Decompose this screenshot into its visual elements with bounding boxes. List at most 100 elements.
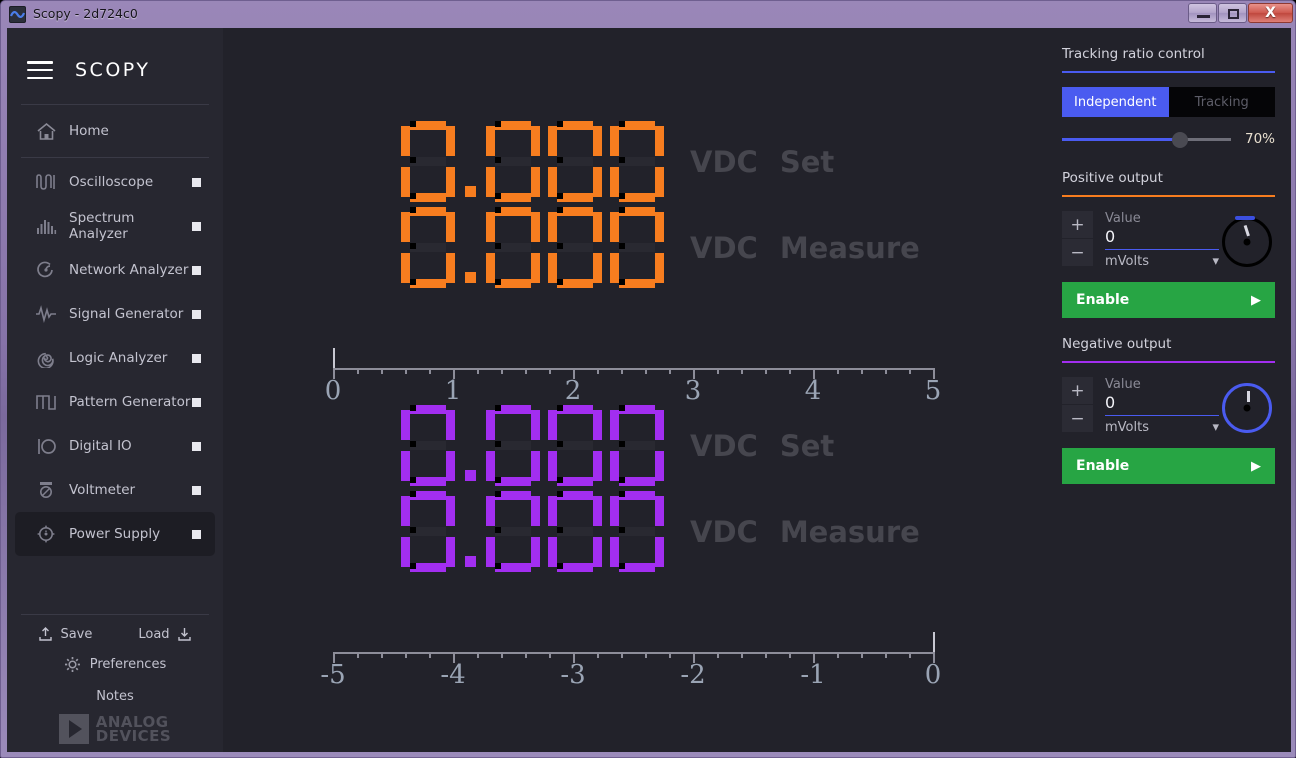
minimize-button[interactable] xyxy=(1188,3,1217,23)
close-icon: X xyxy=(1265,5,1276,21)
mode-tracking-button[interactable]: Tracking xyxy=(1168,87,1275,117)
unit-label: VDC xyxy=(690,145,758,179)
ruler-minor-tick xyxy=(405,368,407,374)
sidebar-item-voltmeter[interactable]: Voltmeter xyxy=(15,468,215,512)
state-label: Measure xyxy=(779,231,920,265)
sidebar-item-indicator[interactable] xyxy=(192,265,201,275)
ruler-minor-tick xyxy=(765,652,767,658)
negative-set-tag: VDC Set xyxy=(690,429,834,463)
preferences-label: Preferences xyxy=(89,657,167,672)
negative-enable-button[interactable]: Enable ▶ xyxy=(1062,448,1275,484)
hamburger-menu-icon[interactable] xyxy=(27,61,53,79)
lcd-digit xyxy=(610,121,664,203)
sidebar-item-indicator[interactable] xyxy=(192,309,201,319)
application-window: Scopy - 2d724c0 X SCOPY Home Oscilloscop… xyxy=(0,0,1296,758)
ruler-label: 4 xyxy=(804,376,822,406)
ruler-minor-tick xyxy=(861,652,863,658)
ratio-value-label: 70% xyxy=(1244,131,1275,147)
positive-decrement-button[interactable]: − xyxy=(1062,239,1093,267)
tracking-rule xyxy=(1062,71,1275,73)
lcd-digit xyxy=(610,491,664,573)
sidebar-item-network-analyzer[interactable]: Network Analyzer xyxy=(15,248,215,292)
sidebar-item-indicator[interactable] xyxy=(192,529,201,539)
ruler-minor-tick xyxy=(717,368,719,374)
lcd-decimal-point xyxy=(465,186,476,197)
positive-knob-wrap xyxy=(1219,211,1275,267)
slider-handle[interactable] xyxy=(1172,132,1189,148)
ruler-label: 2 xyxy=(564,376,582,406)
negative-knob[interactable] xyxy=(1222,383,1272,433)
ruler-minor-tick xyxy=(789,652,791,658)
ruler-minor-tick xyxy=(357,368,359,374)
main-panel: VDC Set VDC Measure 012345 VDC Set VDC M… xyxy=(223,28,1044,752)
ruler-minor-tick xyxy=(381,368,383,374)
sidebar-item-indicator[interactable] xyxy=(192,397,201,407)
ruler-axis xyxy=(333,652,933,654)
lcd-digit xyxy=(610,405,664,487)
ruler-minor-tick xyxy=(669,652,671,658)
positive-increment-button[interactable]: + xyxy=(1062,211,1093,239)
negative-value-field: Value 0 mVolts ▾ xyxy=(1093,377,1219,435)
negative-decrement-button[interactable]: − xyxy=(1062,405,1093,433)
sidebar-item-home[interactable]: Home xyxy=(15,109,215,153)
negative-value-input[interactable]: 0 xyxy=(1105,392,1219,416)
positive-enable-button[interactable]: Enable ▶ xyxy=(1062,282,1275,318)
negative-increment-button[interactable]: + xyxy=(1062,377,1093,405)
gear-icon xyxy=(64,657,80,672)
sidebar-item-indicator[interactable] xyxy=(192,177,201,187)
load-label: Load xyxy=(138,627,170,642)
ruler-minor-tick xyxy=(741,652,743,658)
notes-button[interactable]: Notes xyxy=(7,689,223,704)
negative-stepper: + − xyxy=(1062,377,1093,433)
sidebar-item-spectrum-analyzer[interactable]: Spectrum Analyzer xyxy=(15,204,215,248)
sidebar-header: SCOPY xyxy=(7,44,223,96)
preferences-button[interactable]: Preferences xyxy=(7,656,223,673)
load-button[interactable]: Load xyxy=(138,627,191,642)
ruler-minor-tick xyxy=(501,652,503,658)
ruler-label: -1 xyxy=(800,660,826,690)
negative-enable-label: Enable xyxy=(1076,458,1130,474)
ruler-label: 0 xyxy=(924,660,942,690)
lcd-decimal-point xyxy=(465,470,476,481)
sidebar-item-indicator[interactable] xyxy=(192,485,201,495)
sidebar-footer: Save Load Preferences Notes ANALOG DEVIC… xyxy=(7,614,223,744)
knob-center-dot xyxy=(1243,404,1251,412)
divider xyxy=(21,614,209,615)
sidebar-item-oscilloscope[interactable]: Oscilloscope xyxy=(15,160,215,204)
sidebar-item-power-supply[interactable]: Power Supply xyxy=(15,512,215,556)
ruler-minor-tick xyxy=(477,368,479,374)
sidebar-item-indicator[interactable] xyxy=(192,353,201,363)
sidebar-item-pattern-generator[interactable]: Pattern Generator xyxy=(15,380,215,424)
sidebar-item-label: Logic Analyzer xyxy=(69,350,168,366)
ruler-label: -4 xyxy=(440,660,466,690)
positive-measure-tag: VDC Measure xyxy=(690,231,920,265)
close-button[interactable]: X xyxy=(1248,3,1293,23)
negative-unit-select[interactable]: mVolts ▾ xyxy=(1105,416,1219,435)
lcd-digit xyxy=(401,121,455,203)
sidebar-item-indicator[interactable] xyxy=(192,221,201,231)
lcd-digit xyxy=(548,405,602,487)
sidebar-item-digital-io[interactable]: Digital IO xyxy=(15,424,215,468)
positive-knob[interactable] xyxy=(1222,216,1272,267)
tracking-mode-toggle: Independent Tracking xyxy=(1062,87,1275,117)
title-bar[interactable]: Scopy - 2d724c0 X xyxy=(1,1,1296,28)
power-supply-icon xyxy=(31,521,61,547)
sidebar-item-logic-analyzer[interactable]: Logic Analyzer xyxy=(15,336,215,380)
sidebar-item-label: Digital IO xyxy=(69,438,132,454)
positive-ruler: 0 1 2 3 4 5 xyxy=(325,346,941,406)
positive-output-title: Positive output xyxy=(1062,170,1163,186)
mode-independent-button[interactable]: Independent xyxy=(1062,87,1169,117)
maximize-button[interactable] xyxy=(1218,3,1247,23)
sidebar-item-signal-generator[interactable]: Signal Generator xyxy=(15,292,215,336)
sidebar-item-label: Pattern Generator xyxy=(69,394,191,410)
save-icon xyxy=(39,627,53,641)
ruler-minor-tick xyxy=(621,368,623,374)
minimize-icon xyxy=(1197,15,1210,18)
sidebar-item-indicator[interactable] xyxy=(192,441,201,451)
positive-measure-lcd xyxy=(401,207,672,289)
positive-unit-select[interactable]: mVolts ▾ xyxy=(1105,250,1219,269)
save-button[interactable]: Save xyxy=(38,627,92,642)
ratio-slider[interactable] xyxy=(1062,130,1231,148)
positive-value-input[interactable]: 0 xyxy=(1105,226,1219,250)
ruler-label: 0 xyxy=(324,376,342,406)
